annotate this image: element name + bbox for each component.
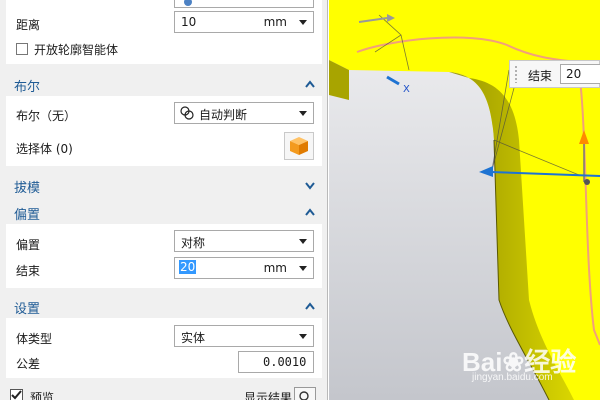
offset-select[interactable]: 对称 [174,230,314,252]
boolean-select[interactable]: 自动判断 [174,102,314,124]
preview-checkbox[interactable] [10,389,23,400]
preview-label: 预览 [30,391,55,400]
boolean-value: 自动判断 [199,108,248,122]
drag-handle[interactable] [584,179,590,185]
offset-section-title: 偏置 [14,208,41,223]
open-profile-checkbox[interactable] [16,43,28,55]
end-input[interactable]: 20 mm [174,257,314,279]
boolean-section-title: 布尔 [14,80,41,95]
settings-section-body: 体类型 实体 公差 0.0010 [6,318,322,378]
offset-section-header[interactable]: 偏置 [6,200,322,224]
boolean-section-header[interactable]: 布尔 [6,72,322,96]
tolerance-value: 0.0010 [263,355,307,369]
chevron-up-icon[interactable] [304,78,316,90]
body-type-value: 实体 [181,331,206,345]
end-label: 结束 [16,264,41,278]
open-profile-label: 开放轮廓智能体 [34,43,119,57]
axis-x-label: X [403,84,410,95]
show-result-button[interactable] [294,387,316,400]
offset-value: 对称 [181,236,206,250]
extrude-dialog-panel: 距离 10 mm 开放轮廓智能体 布尔 布尔（无） 自动判断 选择体 (0) 拔… [0,0,328,400]
select-body-label: 选择体 (0) [16,142,73,156]
distance-field[interactable]: 10 mm [174,11,314,33]
offset-label: 偏置 [16,238,41,252]
end-value[interactable]: 20 [179,260,197,274]
chevron-down-icon[interactable] [299,334,307,339]
end-handle-value: 20 [566,67,582,81]
boolean-auto-icon [180,106,194,120]
distance-value: 10 [181,15,197,29]
end-handle-label: 结束 [528,69,553,83]
boolean-label: 布尔（无） [16,109,77,123]
partial-row-field[interactable] [174,0,314,8]
baidu-watermark: Bai❀经验 jingyan.baidu.com [462,340,592,390]
tolerance-input[interactable]: 0.0010 [238,351,314,373]
chevron-down-icon[interactable] [299,111,307,116]
end-handle-input[interactable]: 20 [560,64,600,84]
boolean-section-body: 布尔（无） 自动判断 选择体 (0) [6,96,322,166]
drag-grip-icon[interactable] [514,65,518,83]
draft-section-header[interactable]: 拔模 [6,173,322,197]
draft-section-title: 拔模 [14,181,41,196]
offset-section-body: 偏置 对称 结束 20 mm [6,224,322,288]
settings-section-title: 设置 [14,302,41,317]
bottom-partial-row: 预览 显示结果 [6,384,322,400]
end-unit: mm [263,261,287,275]
body-type-label: 体类型 [16,332,53,346]
magnifier-icon [299,391,309,400]
end-handle-popup[interactable]: 结束 20 [509,60,600,88]
chevron-up-icon[interactable] [304,206,316,218]
watermark-url: jingyan.baidu.com [472,372,553,383]
checkmark-icon [11,390,22,400]
select-body-button[interactable] [284,132,314,160]
chevron-up-icon[interactable] [304,300,316,312]
settings-section-header[interactable]: 设置 [6,294,322,318]
tolerance-label: 公差 [16,357,41,371]
chevron-down-icon[interactable] [299,20,307,25]
show-result-label: 显示结果 [244,391,293,400]
body-type-select[interactable]: 实体 [174,325,314,347]
chevron-down-icon[interactable] [299,266,307,271]
cube-icon [290,137,308,155]
chevron-down-icon[interactable] [299,239,307,244]
chevron-down-icon[interactable] [304,179,316,191]
distance-label: 距离 [16,18,41,32]
distance-unit: mm [263,15,287,29]
top-partial-section: 距离 10 mm 开放轮廓智能体 [6,0,322,64]
